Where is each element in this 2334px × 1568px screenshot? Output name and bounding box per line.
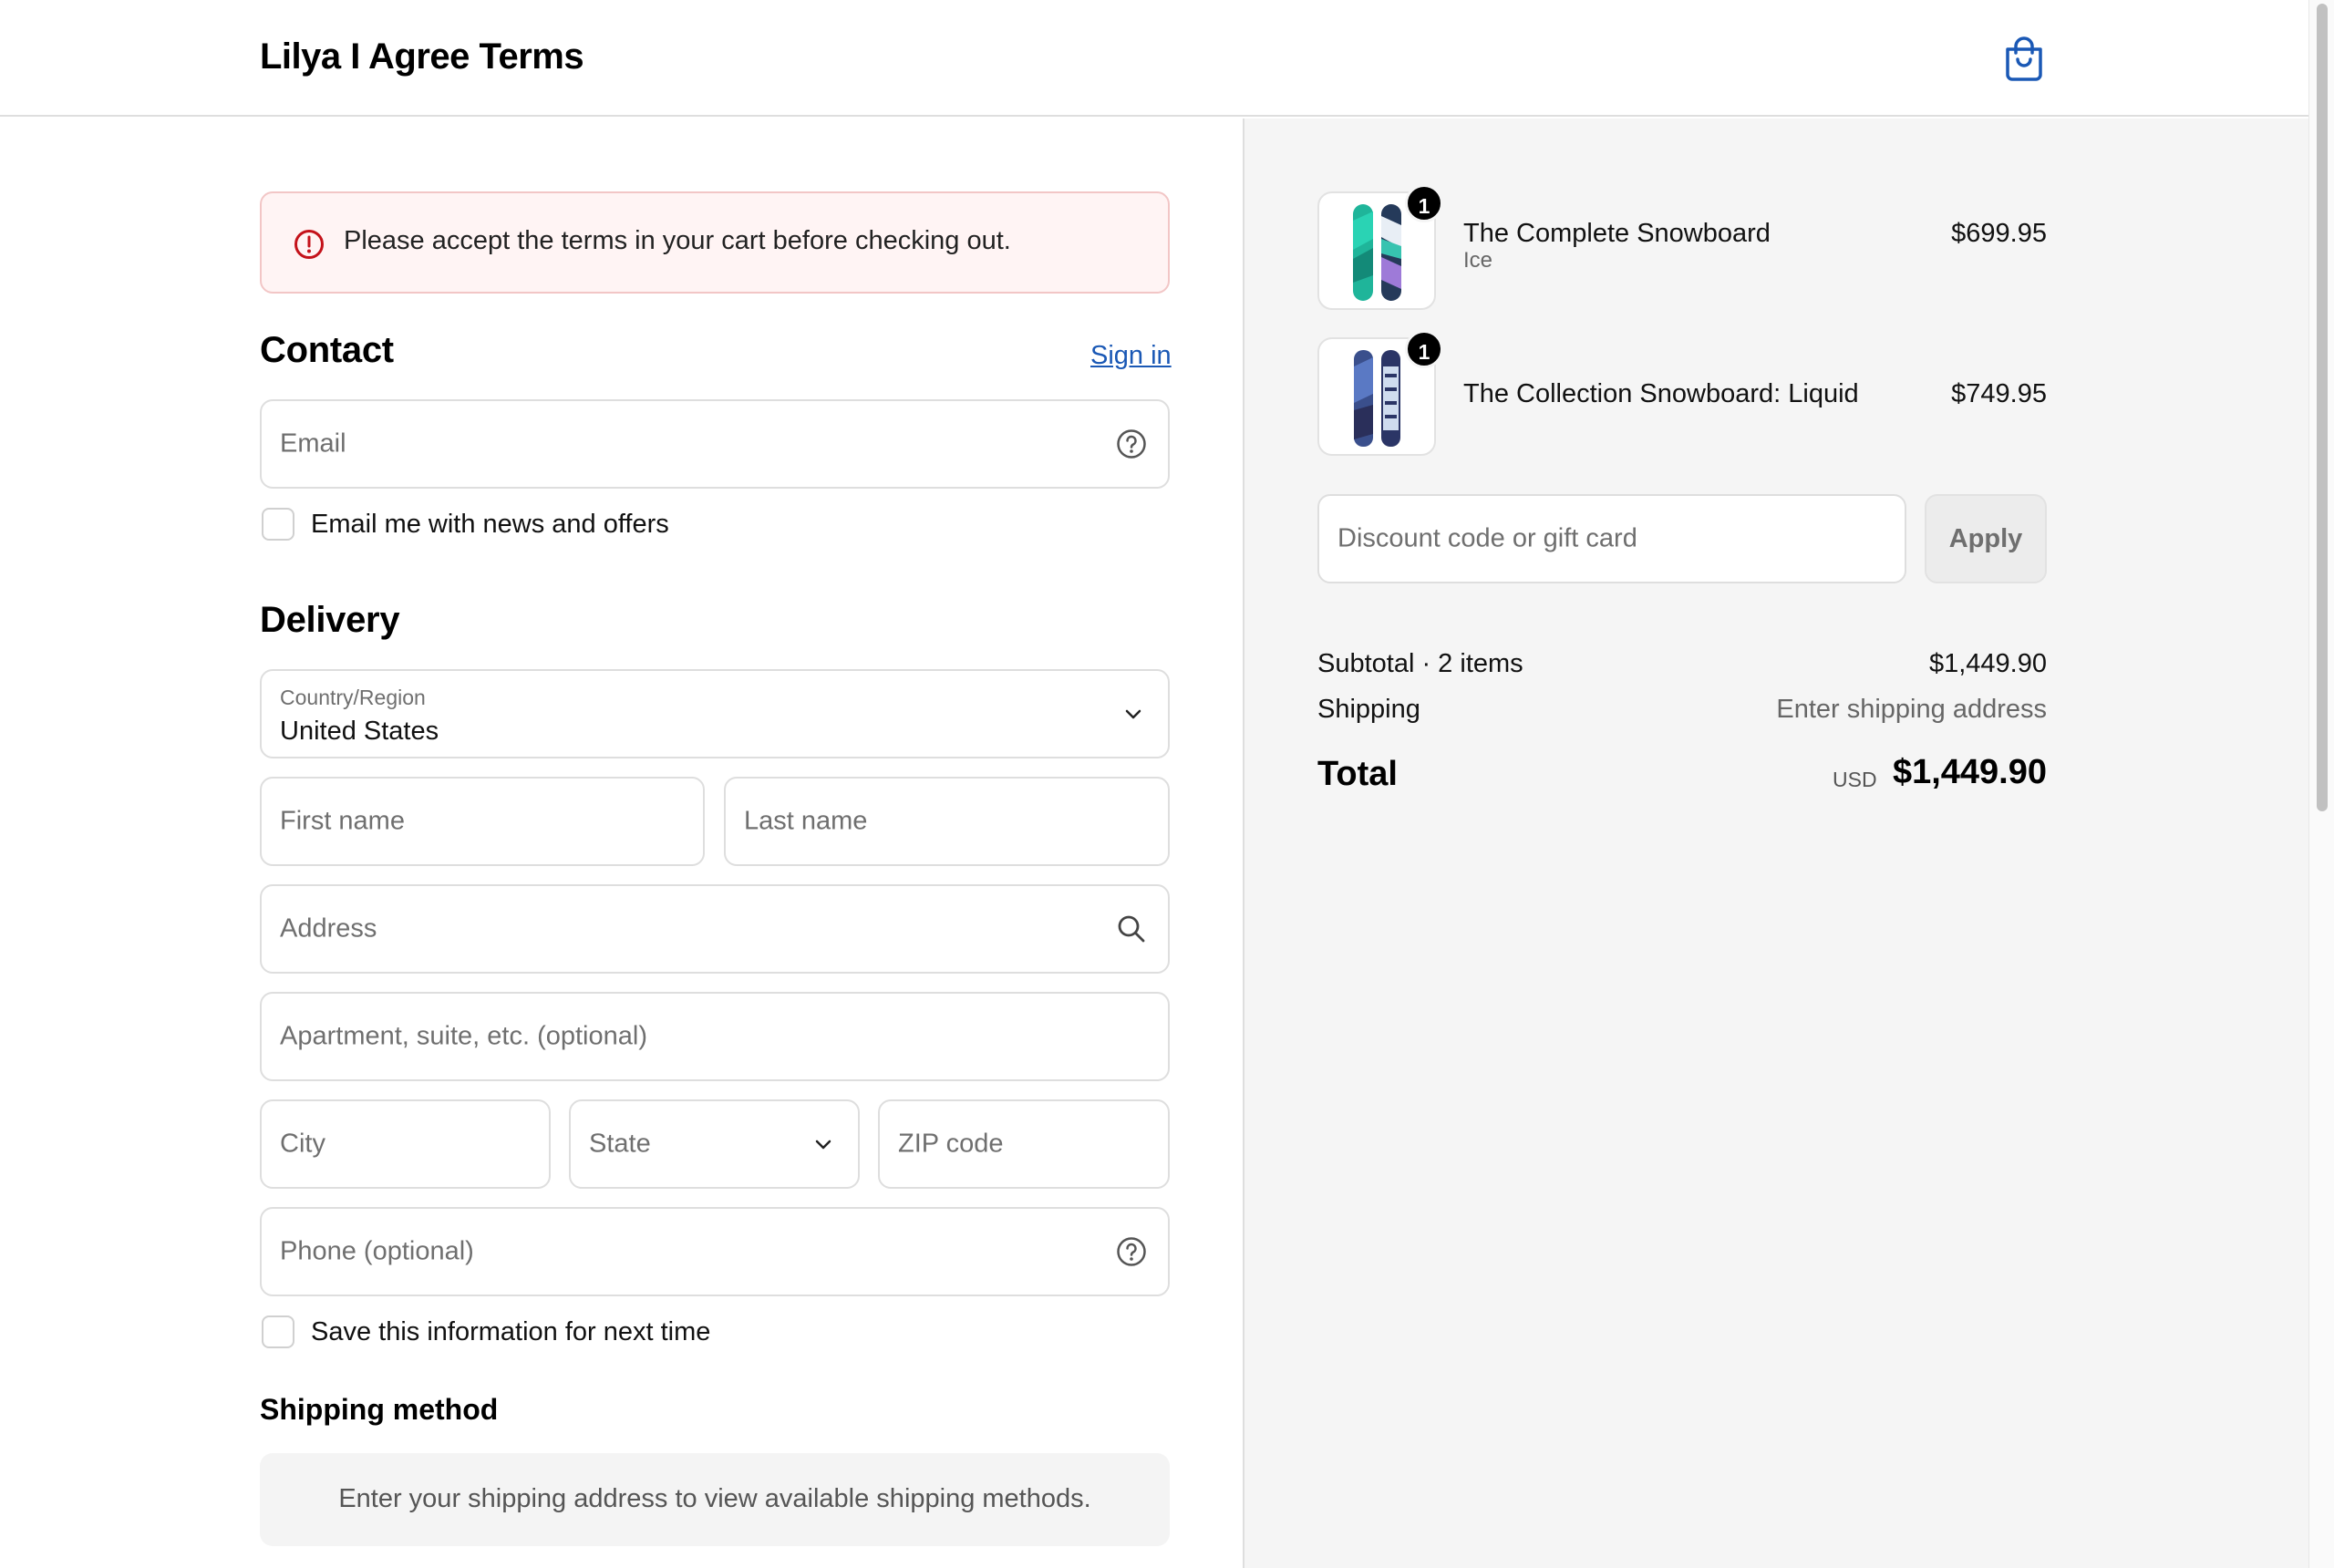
apartment-field[interactable]: Apartment, suite, etc. (optional): [260, 992, 1170, 1081]
last-name-placeholder: Last name: [744, 806, 868, 836]
save-info-checkbox-row[interactable]: Save this information for next time: [260, 1314, 898, 1350]
sign-in-link[interactable]: Sign in: [1090, 341, 1172, 371]
error-banner: Please accept the terms in your cart bef…: [260, 191, 1170, 294]
product-variant: Ice: [1463, 248, 1493, 273]
error-circle-icon: [294, 230, 324, 259]
product-price: $749.95: [1951, 379, 2047, 408]
product-price: $699.95: [1951, 219, 2047, 248]
scrollbar-thumb[interactable]: [2317, 4, 2328, 811]
product-name: The Complete Snowboard: [1463, 219, 1771, 248]
cart-item: 1 The Complete Snowboard Ice $699.95: [1317, 184, 2047, 310]
shipping-label: Shipping: [1317, 695, 1420, 724]
cart-item: 1 The Collection Snowboard: Liquid $749.…: [1317, 330, 2047, 456]
chevron-down-icon: [1125, 709, 1141, 719]
subtotal-label: Subtotal · 2 items: [1317, 649, 1523, 678]
chevron-down-icon: [815, 1140, 831, 1150]
apply-discount-button[interactable]: Apply: [1925, 494, 2047, 583]
save-info-checkbox[interactable]: [262, 1315, 294, 1348]
contact-heading: Contact: [260, 330, 394, 370]
total-value: $1,449.90: [1892, 753, 2047, 791]
error-message: Please accept the terms in your cart bef…: [344, 226, 1011, 255]
help-icon[interactable]: [1115, 428, 1148, 460]
subtotal-value: $1,449.90: [1928, 649, 2047, 678]
address-field[interactable]: Address: [260, 884, 1170, 974]
zip-field[interactable]: ZIP code: [878, 1099, 1170, 1189]
email-field[interactable]: Email: [260, 399, 1170, 489]
country-select[interactable]: Country/Region United States: [260, 669, 1170, 758]
phone-field[interactable]: Phone (optional): [260, 1207, 1170, 1296]
shipping-row: Shipping Enter shipping address: [1317, 695, 2047, 727]
first-name-field[interactable]: First name: [260, 777, 705, 866]
subtotal-row: Subtotal · 2 items $1,449.90: [1317, 649, 2047, 682]
newsletter-checkbox-row[interactable]: Email me with news and offers: [260, 506, 898, 542]
help-icon[interactable]: [1115, 1235, 1148, 1268]
city-field[interactable]: City: [260, 1099, 551, 1189]
country-label: Country/Region: [280, 686, 426, 709]
state-placeholder: State: [589, 1129, 651, 1159]
zip-placeholder: ZIP code: [898, 1129, 1004, 1159]
quantity-badge: 1: [1405, 330, 1443, 368]
state-select[interactable]: State: [569, 1099, 860, 1189]
discount-placeholder: Discount code or gift card: [1337, 523, 1637, 553]
header: Lilya I Agree Terms: [0, 0, 2308, 117]
address-placeholder: Address: [280, 913, 377, 944]
newsletter-checkbox[interactable]: [262, 508, 294, 541]
apartment-placeholder: Apartment, suite, etc. (optional): [280, 1021, 647, 1051]
shipping-method-heading: Shipping method: [260, 1393, 499, 1426]
delivery-heading: Delivery: [260, 600, 400, 640]
shopping-bag-icon[interactable]: [2002, 35, 2046, 82]
quantity-badge: 1: [1405, 184, 1443, 222]
search-icon: [1118, 915, 1145, 943]
city-placeholder: City: [280, 1129, 325, 1159]
shipping-method-message: Enter your shipping address to view avai…: [338, 1484, 1091, 1513]
total-label: Total: [1317, 755, 1398, 793]
last-name-field[interactable]: Last name: [724, 777, 1170, 866]
email-placeholder: Email: [280, 428, 346, 459]
first-name-placeholder: First name: [280, 806, 405, 836]
discount-code-input[interactable]: Discount code or gift card: [1317, 494, 1906, 583]
product-name: The Collection Snowboard: Liquid: [1463, 379, 1859, 408]
phone-placeholder: Phone (optional): [280, 1236, 474, 1266]
shop-title[interactable]: Lilya I Agree Terms: [260, 36, 584, 77]
shipping-value: Enter shipping address: [1776, 695, 2047, 724]
newsletter-label[interactable]: Email me with news and offers: [311, 510, 669, 540]
currency-code: USD: [1833, 768, 1877, 791]
save-info-label[interactable]: Save this information for next time: [311, 1317, 710, 1347]
scrollbar[interactable]: [2308, 0, 2334, 1568]
shipping-method-notice: Enter your shipping address to view avai…: [260, 1453, 1170, 1546]
order-summary-panel: [1243, 119, 2308, 1568]
country-value: United States: [280, 717, 439, 746]
